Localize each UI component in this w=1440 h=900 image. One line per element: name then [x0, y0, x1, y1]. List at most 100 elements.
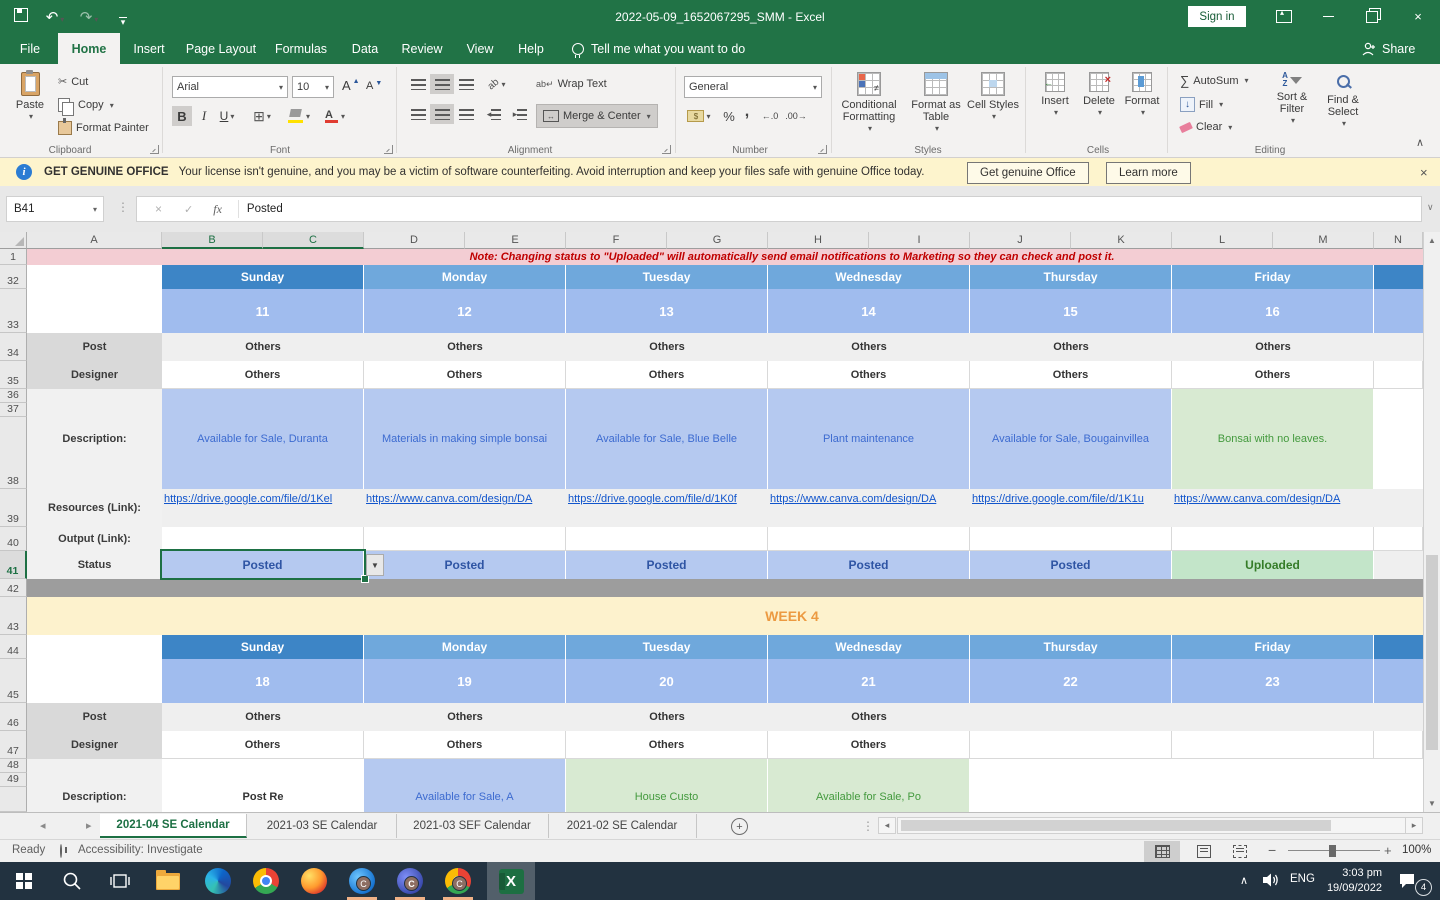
- start-button[interactable]: [0, 862, 48, 900]
- tray-expand-icon[interactable]: ∧: [1240, 874, 1248, 887]
- day-header-cell[interactable]: Sunday: [162, 635, 364, 659]
- horizontal-scrollbar[interactable]: [897, 817, 1406, 834]
- post-cell[interactable]: Others: [162, 703, 364, 731]
- description-cell[interactable]: Plant maintenance: [768, 389, 970, 489]
- sheet-nav-left-icon[interactable]: ◂: [40, 819, 46, 832]
- date-cell[interactable]: 15: [970, 289, 1172, 333]
- tab-formulas[interactable]: Formulas: [266, 33, 336, 64]
- description-cell[interactable]: Available for Sale, Duranta: [162, 389, 364, 489]
- clear-button[interactable]: Clear: [1179, 121, 1232, 133]
- fill-handle[interactable]: [361, 575, 369, 583]
- col-header-h[interactable]: H: [768, 232, 869, 249]
- insert-cells-button[interactable]: ← Insert: [1034, 72, 1076, 119]
- hscroll-right-icon[interactable]: ▸: [1405, 817, 1423, 834]
- day-header-cell[interactable]: Sunday: [162, 265, 364, 289]
- decrease-indent-icon[interactable]: ◂: [482, 104, 506, 124]
- expand-formula-bar-icon[interactable]: ∨: [1427, 202, 1434, 213]
- profile-app-1-button[interactable]: C: [338, 862, 386, 900]
- view-page-break-icon[interactable]: [1222, 841, 1258, 862]
- cell[interactable]: [1374, 759, 1423, 812]
- designer-cell[interactable]: Others: [162, 731, 364, 759]
- italic-button[interactable]: I: [196, 106, 212, 126]
- designer-cell[interactable]: Others: [364, 361, 566, 389]
- description-cell[interactable]: House Custo: [566, 759, 768, 812]
- resource-link[interactable]: https://www.canva.com/design/DA: [1172, 489, 1374, 527]
- row-label-description[interactable]: Description:: [27, 759, 162, 812]
- output-cell[interactable]: [1172, 527, 1374, 551]
- delete-cells-button[interactable]: × Delete: [1078, 72, 1120, 119]
- resource-link[interactable]: https://drive.google.com/file/d/1K1u: [970, 489, 1172, 527]
- description-cell[interactable]: Bonsai with no leaves.: [1172, 389, 1374, 489]
- cell[interactable]: [27, 265, 162, 289]
- zoom-out-icon[interactable]: −: [1268, 842, 1276, 858]
- row-header-39[interactable]: 39: [0, 489, 27, 527]
- row-header-38[interactable]: 38: [0, 417, 27, 489]
- align-middle-icon[interactable]: [430, 74, 454, 94]
- cell[interactable]: [1374, 361, 1423, 389]
- fill-color-icon[interactable]: [284, 106, 314, 126]
- accessibility-status[interactable]: Accessibility: Investigate: [78, 844, 203, 856]
- select-all-corner[interactable]: [0, 232, 27, 249]
- number-format-select[interactable]: General: [684, 76, 822, 98]
- copy-button[interactable]: Copy: [58, 98, 114, 116]
- date-cell[interactable]: 21: [768, 659, 970, 703]
- notice-close-icon[interactable]: ×: [1420, 165, 1428, 180]
- edge-button[interactable]: [194, 862, 242, 900]
- cell[interactable]: [1172, 759, 1374, 812]
- conditional-formatting-button[interactable]: ≠ Conditional Formatting: [838, 72, 900, 135]
- alignment-dialog-launcher-icon[interactable]: [662, 145, 671, 154]
- week-banner-cell[interactable]: WEEK 4: [27, 597, 1423, 635]
- designer-cell[interactable]: [970, 731, 1172, 759]
- bold-button[interactable]: B: [172, 106, 192, 126]
- row-header-44[interactable]: 44: [0, 635, 27, 659]
- sheet-tab[interactable]: 2021-02 SE Calendar: [548, 814, 697, 838]
- zoom-in-icon[interactable]: +: [1384, 843, 1392, 858]
- output-cell[interactable]: [768, 527, 970, 551]
- row-header-47[interactable]: 47: [0, 731, 27, 759]
- row-header-43[interactable]: 43: [0, 597, 27, 635]
- tab-insert[interactable]: Insert: [124, 33, 174, 64]
- row-label-status[interactable]: Status: [27, 551, 162, 579]
- col-header-e[interactable]: E: [465, 232, 566, 249]
- date-cell[interactable]: 18: [162, 659, 364, 703]
- comma-style-icon[interactable]: ,: [740, 102, 754, 122]
- cell-styles-button[interactable]: Cell Styles: [966, 72, 1020, 123]
- format-painter-button[interactable]: Format Painter: [58, 118, 149, 135]
- number-dialog-launcher-icon[interactable]: [818, 145, 827, 154]
- designer-cell[interactable]: Others: [970, 361, 1172, 389]
- tab-review[interactable]: Review: [392, 33, 452, 64]
- row-header-42[interactable]: 42: [0, 579, 27, 597]
- cell[interactable]: [1374, 333, 1423, 361]
- designer-cell[interactable]: Others: [1172, 361, 1374, 389]
- cancel-icon[interactable]: ×: [155, 202, 162, 216]
- row-header-1[interactable]: 1: [0, 249, 27, 265]
- view-normal-icon[interactable]: [1144, 841, 1180, 862]
- increase-indent-icon[interactable]: ▸: [508, 104, 532, 124]
- find-select-button[interactable]: Find & Select: [1318, 72, 1368, 130]
- col-header-i[interactable]: I: [869, 232, 970, 249]
- date-cell[interactable]: 11: [162, 289, 364, 333]
- redo-icon[interactable]: ↷: [72, 8, 106, 26]
- decrease-decimal-icon[interactable]: .00→: [784, 106, 808, 126]
- task-view-button[interactable]: [96, 862, 144, 900]
- taskbar-search-button[interactable]: [48, 862, 96, 900]
- description-cell[interactable]: Available for Sale, Blue Belle: [566, 389, 768, 489]
- align-right-icon[interactable]: [454, 104, 478, 124]
- scroll-up-icon[interactable]: ▲: [1424, 232, 1440, 249]
- sort-filter-button[interactable]: AZ Sort & Filter: [1266, 72, 1318, 127]
- post-cell[interactable]: Others: [566, 333, 768, 361]
- resource-link[interactable]: https://www.canva.com/design/DA: [768, 489, 970, 527]
- font-family-select[interactable]: Arial: [172, 76, 288, 98]
- resource-link[interactable]: https://drive.google.com/file/d/1K0f: [566, 489, 768, 527]
- post-cell[interactable]: Others: [768, 703, 970, 731]
- cell[interactable]: [970, 759, 1172, 812]
- cell[interactable]: [1374, 635, 1423, 659]
- tab-view[interactable]: View: [456, 33, 504, 64]
- output-cell[interactable]: [162, 527, 364, 551]
- day-header-cell[interactable]: Thursday: [970, 265, 1172, 289]
- font-dialog-launcher-icon[interactable]: [384, 145, 393, 154]
- accounting-format-icon[interactable]: $: [684, 106, 714, 126]
- row-header-37[interactable]: 37: [0, 403, 27, 417]
- output-cell[interactable]: [566, 527, 768, 551]
- undo-icon[interactable]: ↶: [38, 8, 72, 26]
